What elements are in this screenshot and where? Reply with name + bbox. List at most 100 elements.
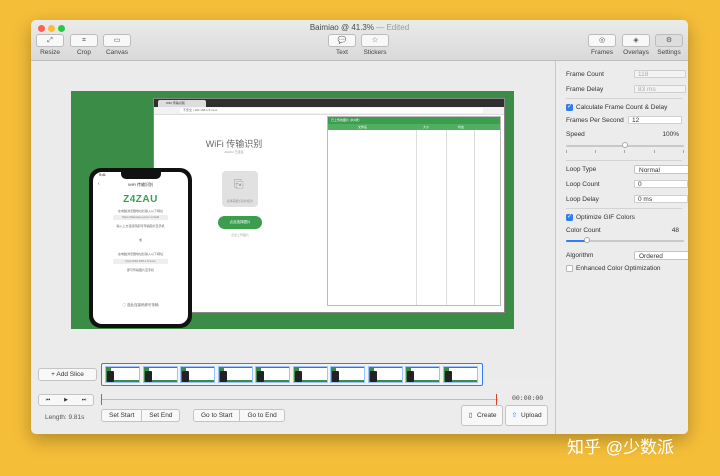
frame-thumbnail[interactable]: [442, 366, 478, 383]
frame-thumbnail-phone: [332, 371, 339, 382]
go-to-start-button[interactable]: Go to Start: [194, 410, 239, 421]
create-button[interactable]: ▯ Create: [461, 405, 503, 426]
resize-tool[interactable]: ⤢ Resize: [35, 34, 65, 56]
skip-back-icon[interactable]: ⏮: [39, 395, 57, 405]
phone-line: 输入上方连接码即可传输图片至手机: [116, 224, 165, 228]
frame-thumbnail-browser: [448, 368, 477, 380]
optimize-colors-checkbox[interactable]: ✓: [566, 214, 573, 221]
overlays-label: Overlays: [623, 49, 649, 56]
frame-delay-label: Frame Delay: [566, 86, 604, 93]
star-icon: ☆: [361, 34, 389, 47]
loop-delay-label: Loop Delay: [566, 196, 599, 203]
fps-field[interactable]: 12: [628, 116, 682, 124]
frame-thumbnail[interactable]: [405, 366, 440, 383]
enhanced-color-checkbox[interactable]: [566, 265, 573, 272]
stickers-label: Stickers: [363, 49, 387, 56]
overlays-tool[interactable]: ◈ Overlays: [621, 34, 651, 56]
set-end-button[interactable]: Set End: [141, 410, 179, 421]
skip-forward-icon[interactable]: ⏭: [75, 395, 93, 405]
play-icon[interactable]: ▶: [57, 395, 75, 405]
loop-count-label: Loop Count: [566, 181, 600, 188]
speed-slider-knob[interactable]: [622, 142, 628, 148]
phone-connection-code: Z4ZAU: [123, 194, 158, 205]
frame-thumbnail[interactable]: [255, 366, 290, 383]
timeline-area: + Add Slice ⏮ ▶ ⏭ 00:00:00 Length: 9.81s…: [31, 354, 555, 434]
timecode: 00:00:00: [512, 395, 544, 402]
frame-count-label: Frame Count: [566, 71, 604, 78]
go-to-end-button[interactable]: Go to End: [239, 410, 283, 421]
phone-line: 在电脑浏览器地址栏输入以下网址: [117, 209, 163, 213]
frame-thumbnail[interactable]: [217, 366, 253, 383]
upload-button[interactable]: ⇧ Upload: [505, 405, 548, 426]
set-buttons: Set Start Set End: [101, 409, 181, 422]
frames-tool[interactable]: ◎ Frames: [587, 34, 617, 56]
set-start-button[interactable]: Set Start: [102, 410, 141, 421]
phone-check-text: ◯ 选此连接码即可传输: [122, 303, 159, 307]
watermark: 知乎 @少数派: [567, 438, 674, 457]
phone-or: 或: [138, 238, 142, 242]
frame-thumbnail[interactable]: [367, 366, 403, 383]
preview-note: 点击上传图片: [230, 233, 249, 237]
frame-thumbnail-browser: [186, 368, 214, 380]
frame-thumbnail[interactable]: [292, 366, 328, 383]
canvas-tool[interactable]: ▭ Canvas: [102, 34, 132, 56]
loop-type-label: Loop Type: [566, 166, 597, 173]
preview-upload-text: 选择需要识别的图片: [226, 199, 254, 203]
frame-thumbnail[interactable]: [180, 366, 215, 383]
frame-thumbnail-browser: [111, 368, 139, 380]
upload-label: Upload: [521, 412, 542, 419]
calculate-frame-checkbox[interactable]: ✓: [566, 104, 573, 111]
loop-delay-field[interactable]: 0 ms: [634, 195, 688, 203]
window-title: Baimiao @ 41.3% — Edited: [31, 23, 688, 32]
preview-browser-tabs: WiFi 传输识别: [154, 99, 504, 107]
optimize-colors-label: Optimize GIF Colors: [576, 214, 635, 221]
divider: [566, 208, 682, 209]
speed-value: 100%: [662, 131, 679, 138]
timeline-track[interactable]: [101, 399, 498, 400]
crop-tool[interactable]: ⌗ Crop: [69, 34, 99, 56]
loop-type-select[interactable]: Normal ⇕: [634, 165, 688, 174]
preview-panel-header: 已上传的图片 (共0张): [328, 117, 500, 124]
loop-type-value: Normal: [639, 167, 660, 174]
text-tool[interactable]: 💬 Text: [327, 34, 357, 56]
frame-thumbnail[interactable]: [105, 366, 140, 383]
speed-label: Speed: [566, 131, 585, 138]
loop-count-field[interactable]: 0: [634, 180, 688, 188]
frame-thumbnail-browser: [411, 368, 439, 380]
settings-label: Settings: [657, 49, 681, 56]
preview-wifi-subtitle: Z4ZAU 已连接: [224, 150, 244, 154]
preview-browser-window: WiFi 传输识别 不安全 | 192.168.1.5:xxxx WiFi 传输…: [153, 98, 505, 313]
frame-thumbnail[interactable]: [142, 366, 178, 383]
speed-ticks: [566, 150, 684, 154]
color-count-slider-knob[interactable]: [584, 237, 591, 243]
color-count-slider[interactable]: [566, 237, 684, 243]
create-label: Create: [477, 412, 497, 419]
frame-count-field: 118: [634, 70, 686, 78]
gif-preview[interactable]: WiFi 传输识别 不安全 | 192.168.1.5:xxxx WiFi 传输…: [71, 91, 514, 329]
phone-line: 在电脑浏览器地址栏输入以下网址: [117, 252, 163, 256]
add-slice-button[interactable]: + Add Slice: [38, 368, 97, 381]
speed-slider[interactable]: [566, 142, 684, 148]
canvas-area: WiFi 传输识别 不安全 | 192.168.1.5:xxxx WiFi 传输…: [31, 61, 555, 379]
settings-sidebar: Frame Count 118 ▴▾ Frame Delay 83 ms ▴▾ …: [555, 61, 688, 434]
preview-col-divider: [446, 130, 447, 305]
settings-tool[interactable]: ⚙ Settings: [654, 34, 684, 56]
timeline-end-marker[interactable]: [496, 394, 497, 405]
frame-thumbnail-browser: [298, 368, 327, 380]
document-icon: ▯: [468, 412, 473, 419]
frame-thumbnail[interactable]: [330, 366, 365, 383]
length-label: Length: 9.81s: [45, 414, 85, 421]
algorithm-select[interactable]: Ordered ⇕: [634, 251, 688, 260]
frame-thumbnail-browser: [336, 368, 364, 380]
frame-thumbnail-phone: [107, 371, 114, 382]
text-label: Text: [336, 49, 348, 56]
crop-label: Crop: [76, 49, 92, 56]
algorithm-label: Algorithm: [566, 252, 594, 259]
preview-select-button: 点此选择图片: [218, 216, 262, 229]
frame-filmstrip[interactable]: [101, 363, 483, 386]
preview-col-divider: [416, 130, 417, 305]
speech-bubble-icon: 💬: [328, 34, 356, 47]
stickers-tool[interactable]: ☆ Stickers: [360, 34, 390, 56]
timeline-start-marker[interactable]: [101, 394, 102, 405]
frame-thumbnail-phone: [257, 371, 264, 382]
